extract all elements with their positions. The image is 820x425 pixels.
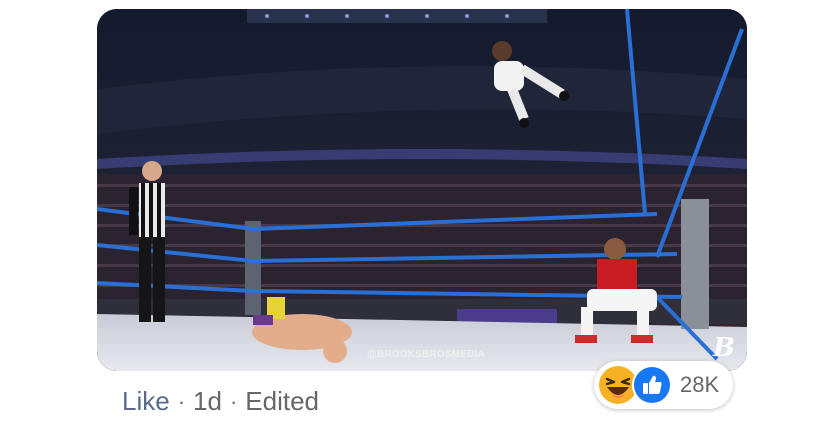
separator-dot: · [229,388,238,414]
ring-post-right [681,199,709,329]
ring-post-left [245,221,261,315]
separator-dot: · [177,388,186,414]
reaction-summary[interactable]: 28K [594,361,734,409]
lighting-truss [247,9,547,23]
photo-watermark: @BROOKSBROSMEDIA [367,349,485,360]
like-icon [632,365,672,405]
like-link[interactable]: Like [122,386,170,417]
wrestling-scene [97,9,747,371]
post-photo[interactable]: @BROOKSBROSMEDIA B [97,9,747,371]
edited-label[interactable]: Edited [245,386,319,417]
comment-actions: Like · 1d · Edited [122,386,319,417]
reaction-count: 28K [680,372,720,397]
photo-logo-mark: B [713,333,735,363]
timestamp-link[interactable]: 1d [193,386,222,417]
